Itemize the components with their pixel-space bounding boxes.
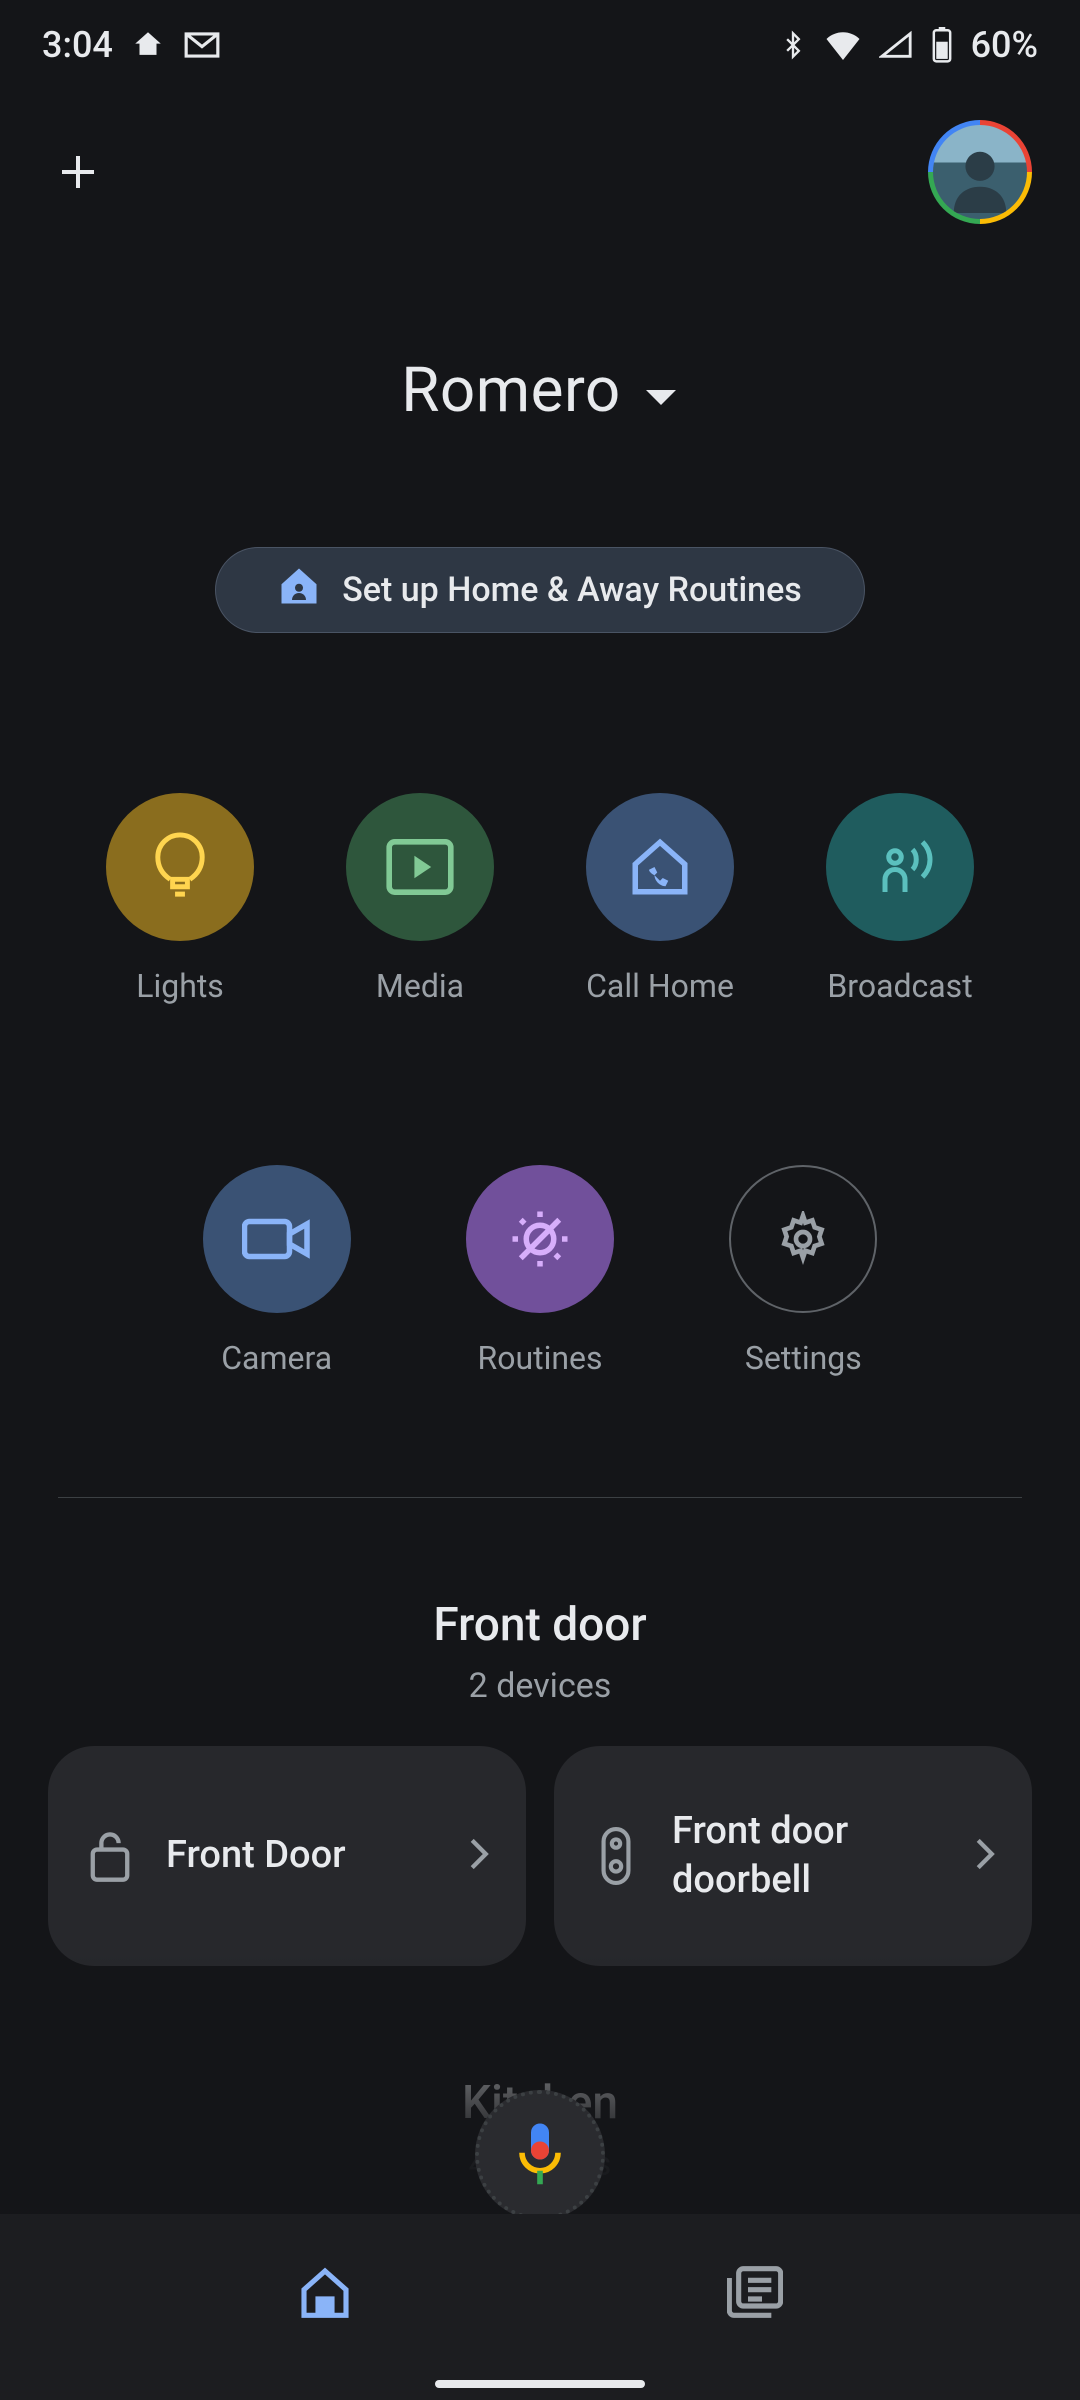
home-selector[interactable]: Romero: [0, 354, 1080, 427]
doorbell-icon: [590, 1827, 642, 1885]
nav-home[interactable]: [285, 2252, 365, 2332]
battery-icon: [931, 27, 953, 63]
qa-label: Camera: [221, 1339, 332, 1377]
qa-settings[interactable]: Settings: [672, 1165, 935, 1377]
add-button[interactable]: [48, 142, 108, 202]
qa-routines[interactable]: Routines: [408, 1165, 671, 1377]
qa-media[interactable]: Media: [300, 793, 540, 1005]
home-notif-icon: [131, 28, 165, 62]
chevron-down-icon: [643, 354, 679, 427]
device-front-door-doorbell[interactable]: Front door doorbell: [554, 1746, 1032, 1966]
bulb-icon: [106, 793, 254, 941]
house-phone-icon: [586, 793, 734, 941]
qa-broadcast[interactable]: Broadcast: [780, 793, 1020, 1005]
setup-routines-banner[interactable]: Set up Home & Away Routines: [215, 547, 865, 633]
assistant-mic-button[interactable]: [475, 2090, 605, 2220]
status-time: 3:04: [42, 24, 113, 66]
gear-icon: [729, 1165, 877, 1313]
status-left: 3:04: [42, 24, 221, 66]
quick-actions-row-2: Camera Routines Settings: [0, 1165, 1080, 1377]
qa-label: Routines: [477, 1339, 602, 1377]
account-avatar[interactable]: [928, 120, 1032, 224]
bluetooth-icon: [779, 28, 807, 62]
lock-icon: [84, 1828, 136, 1884]
qa-label: Lights: [136, 967, 224, 1005]
app-bar: [0, 90, 1080, 254]
qa-label: Settings: [745, 1339, 862, 1377]
broadcast-icon: [826, 793, 974, 941]
device-row: Front Door Front door doorbell: [0, 1706, 1080, 1966]
status-right: 60%: [779, 24, 1038, 66]
room-header-front-door: Front door 2 devices: [0, 1598, 1080, 1706]
sun-icon: [466, 1165, 614, 1313]
section-divider: [58, 1497, 1022, 1498]
bottom-nav: [0, 2214, 1080, 2400]
qa-label: Call Home: [586, 967, 734, 1005]
play-icon: [346, 793, 494, 941]
home-person-icon: [278, 565, 320, 616]
qa-label: Media: [376, 967, 464, 1005]
qa-lights[interactable]: Lights: [60, 793, 300, 1005]
chevron-right-icon: [974, 1837, 996, 1875]
room-name: Front door: [0, 1598, 1080, 1652]
home-name: Romero: [401, 354, 621, 427]
device-front-door-lock[interactable]: Front Door: [48, 1746, 526, 1966]
room-subtitle: 2 devices: [0, 1666, 1080, 1706]
nav-feed[interactable]: [715, 2252, 795, 2332]
camera-icon: [203, 1165, 351, 1313]
banner-label: Set up Home & Away Routines: [342, 570, 802, 610]
qa-label: Broadcast: [827, 967, 972, 1005]
gesture-bar[interactable]: [435, 2380, 645, 2388]
device-label: Front Door: [166, 1831, 438, 1880]
status-bar: 3:04 60%: [0, 0, 1080, 90]
qa-camera[interactable]: Camera: [145, 1165, 408, 1377]
wifi-icon: [825, 30, 861, 60]
qa-call-home[interactable]: Call Home: [540, 793, 780, 1005]
device-label: Front door doorbell: [672, 1807, 944, 1906]
battery-pct: 60%: [971, 24, 1038, 66]
gmail-icon: [183, 30, 221, 60]
signal-icon: [879, 30, 913, 60]
quick-actions-row-1: Lights Media Call Home Broadcast: [0, 793, 1080, 1005]
chevron-right-icon: [468, 1837, 490, 1875]
